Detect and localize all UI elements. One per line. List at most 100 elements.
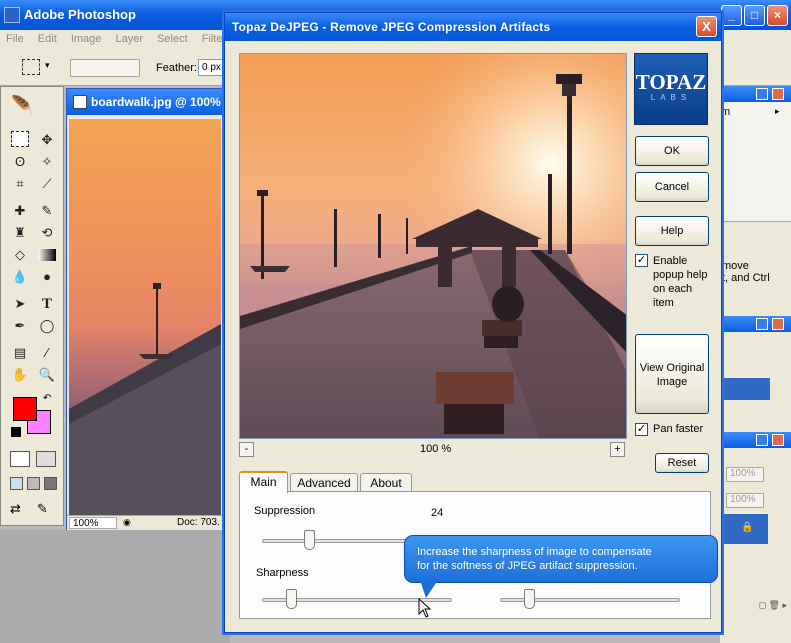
tab-main[interactable]: Main [239, 471, 288, 493]
panel-close-icon[interactable] [772, 434, 784, 446]
secondary-slider-thumb[interactable] [524, 589, 535, 609]
move-tool-icon[interactable]: ✥ [38, 131, 56, 149]
notes-icon[interactable]: ▤ [11, 344, 29, 362]
ok-button[interactable]: OK [635, 136, 709, 166]
pan-faster-label: Pan faster [653, 423, 704, 435]
crop-icon[interactable]: ⌗ [11, 175, 29, 193]
dialog-title-bar[interactable]: Topaz DeJPEG - Remove JPEG Compression A… [225, 13, 721, 41]
tab-advanced[interactable]: Advanced [290, 473, 358, 493]
quick-mask-icon[interactable] [36, 451, 56, 467]
status-menu-icon[interactable]: ◉ [123, 517, 131, 528]
suppression-value: 24 [431, 507, 444, 519]
opacity-field[interactable]: 100% [726, 467, 764, 482]
view-original-line1: View Original [639, 362, 705, 374]
menu-file[interactable]: File [6, 33, 24, 45]
clone-stamp-icon[interactable]: ♜ [11, 224, 29, 242]
menu-edit[interactable]: Edit [38, 33, 57, 45]
dialog-close-button[interactable]: X [696, 16, 717, 37]
document-icon [73, 95, 87, 109]
edit-in-imageready-icon[interactable]: ✎ [37, 501, 57, 517]
maximize-icon[interactable]: □ [744, 5, 765, 26]
photoshop-right-panels: m ▸ move t, and Ctrl 100% 100% 🔒 ◻ 🗑 ▸ [720, 86, 791, 643]
zoom-out-button[interactable]: - [239, 442, 254, 457]
path-select-icon[interactable]: ➤ [11, 295, 29, 313]
panel-hint-line1: move [722, 260, 749, 272]
magic-wand-icon[interactable]: ✧ [38, 153, 56, 171]
swap-colors-icon[interactable]: ↶ [43, 393, 51, 404]
layer-row-selected[interactable]: 🔒 [720, 514, 768, 544]
panel-close-icon[interactable] [772, 318, 784, 330]
fill-field[interactable]: 100% [726, 493, 764, 508]
jump-to-imageready-icon[interactable]: ⇄ [10, 501, 32, 517]
zoom-in-button[interactable]: + [610, 442, 625, 457]
popup-help-line3: on each [653, 283, 693, 295]
slice-icon[interactable]: ⟋ [38, 175, 56, 193]
enable-popup-help-label: Enable popup help on each item [653, 254, 707, 310]
document-canvas[interactable] [69, 119, 221, 515]
view-original-image-button[interactable]: View Original Image [635, 334, 709, 414]
default-colors-icon[interactable] [11, 427, 21, 437]
logo-text-top: TOPAZ [635, 70, 707, 94]
zoom-level-field[interactable]: 100% [69, 517, 117, 529]
healing-brush-icon[interactable]: ✚ [11, 202, 29, 220]
suppression-slider-thumb[interactable] [304, 530, 315, 550]
tool-preset-chevron-icon[interactable]: ▾ [45, 60, 50, 71]
tooltip-line1: Increase the sharpness of image to compe… [417, 546, 652, 558]
hand-tool-icon[interactable]: ✋ [11, 366, 29, 384]
tooltip-line2: for the softness of JPEG artifact suppre… [417, 560, 638, 572]
ellipse-tool-icon[interactable]: ◯ [38, 317, 56, 335]
cancel-button[interactable]: Cancel [635, 172, 709, 202]
document-title-bar[interactable]: boardwalk.jpg @ 100% [67, 89, 223, 115]
brush-icon[interactable]: ✎ [38, 202, 56, 220]
pan-faster-checkbox[interactable]: ✓ [635, 423, 648, 436]
feather-logo-icon: 🪶 [11, 95, 34, 115]
help-button[interactable]: Help [635, 216, 709, 246]
close-icon[interactable]: × [767, 5, 788, 26]
panel-minimize-icon[interactable] [756, 434, 768, 446]
type-tool-icon[interactable]: T [38, 295, 56, 313]
screen-mode-full-icon[interactable] [44, 477, 57, 490]
marquee-tool-icon[interactable] [22, 59, 40, 75]
document-status-bar: 100% ◉ Doc: 703. [67, 515, 223, 530]
feather-label: Feather: [156, 62, 197, 74]
panel-menu-icon[interactable]: ▸ [775, 106, 780, 117]
menu-layer[interactable]: Layer [115, 33, 143, 45]
screen-mode-full-menu-icon[interactable] [27, 477, 40, 490]
blur-icon[interactable]: 💧 [11, 268, 29, 286]
menu-select[interactable]: Select [157, 33, 188, 45]
sharpness-slider-thumb[interactable] [286, 589, 297, 609]
eraser-icon[interactable]: ◇ [11, 246, 29, 264]
minimize-icon[interactable]: _ [721, 5, 742, 26]
gradient-icon[interactable] [38, 249, 56, 261]
selection-mode-buttons[interactable] [70, 59, 140, 77]
panel-selected-row[interactable] [720, 378, 770, 400]
document-info: Doc: 703. [177, 517, 220, 528]
foreground-color-swatch[interactable] [13, 397, 37, 421]
menu-image[interactable]: Image [71, 33, 102, 45]
panel-minimize-icon[interactable] [756, 88, 768, 100]
zoom-level: 100 % [420, 443, 452, 455]
close-icon: X [702, 19, 711, 34]
pen-tool-icon[interactable]: ✒ [11, 317, 29, 335]
feather-input[interactable]: 0 px [198, 59, 226, 76]
layer-panel-buttons[interactable]: ◻ 🗑 ▸ [720, 600, 791, 614]
standard-mode-icon[interactable] [10, 451, 30, 467]
zoom-tool-icon[interactable]: 🔍 [38, 366, 56, 384]
document-image [69, 283, 221, 515]
history-brush-icon[interactable]: ⟲ [38, 224, 56, 242]
panel-title-bar [720, 86, 791, 102]
dodge-icon[interactable]: ● [38, 268, 56, 286]
screen-mode-standard-icon[interactable] [10, 477, 23, 490]
preview-image-pane[interactable] [239, 53, 627, 439]
panel-close-icon[interactable] [772, 88, 784, 100]
lasso-icon[interactable]: ʘ [11, 153, 29, 171]
rect-marquee-icon[interactable] [11, 131, 29, 147]
reset-button[interactable]: Reset [655, 453, 709, 473]
enable-popup-help-checkbox[interactable]: ✓ [635, 254, 648, 267]
eyedropper-icon[interactable]: ⁄ [38, 344, 56, 362]
photoshop-workspace [0, 530, 230, 643]
menu-filter[interactable]: Filter [202, 33, 226, 45]
panel-minimize-icon[interactable] [756, 318, 768, 330]
panel-title-bar [720, 316, 791, 332]
tab-about[interactable]: About [360, 473, 412, 493]
